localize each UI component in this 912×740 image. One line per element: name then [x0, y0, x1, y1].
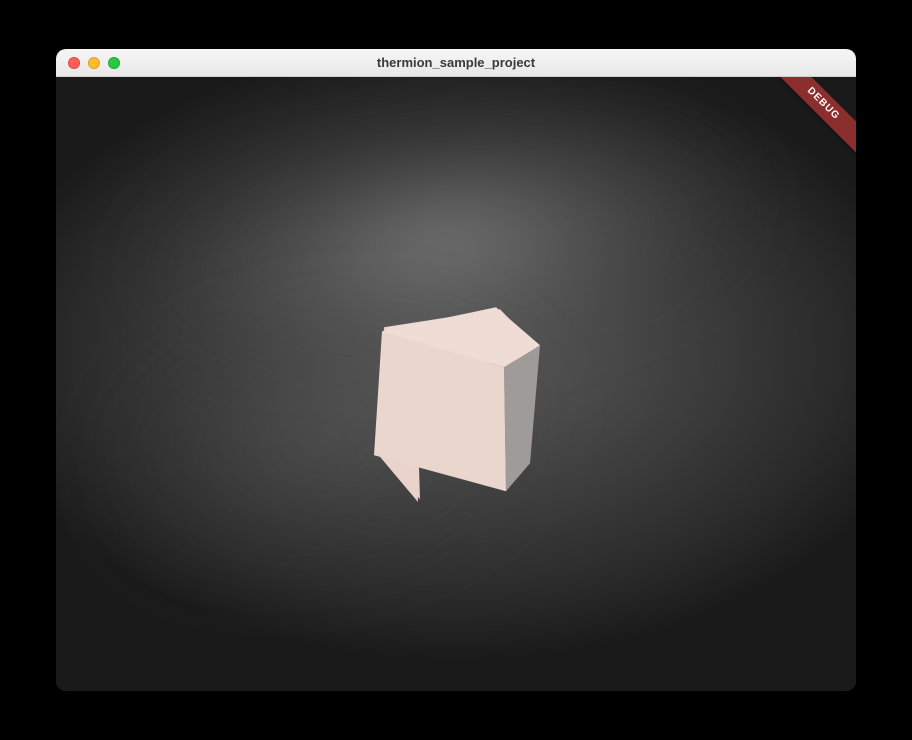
maximize-icon[interactable]: [108, 57, 120, 69]
window-title: thermion_sample_project: [56, 55, 856, 70]
cube-render: [346, 259, 566, 519]
minimize-icon[interactable]: [88, 57, 100, 69]
close-icon[interactable]: [68, 57, 80, 69]
debug-ribbon: DEBUG: [756, 77, 856, 177]
traffic-lights: [68, 57, 120, 69]
debug-ribbon-label: DEBUG: [769, 77, 856, 158]
render-viewport[interactable]: DEBUG: [56, 77, 856, 691]
app-window: thermion_sample_project: [56, 49, 856, 691]
titlebar[interactable]: thermion_sample_project: [56, 49, 856, 77]
cube-right-face: [504, 345, 540, 491]
